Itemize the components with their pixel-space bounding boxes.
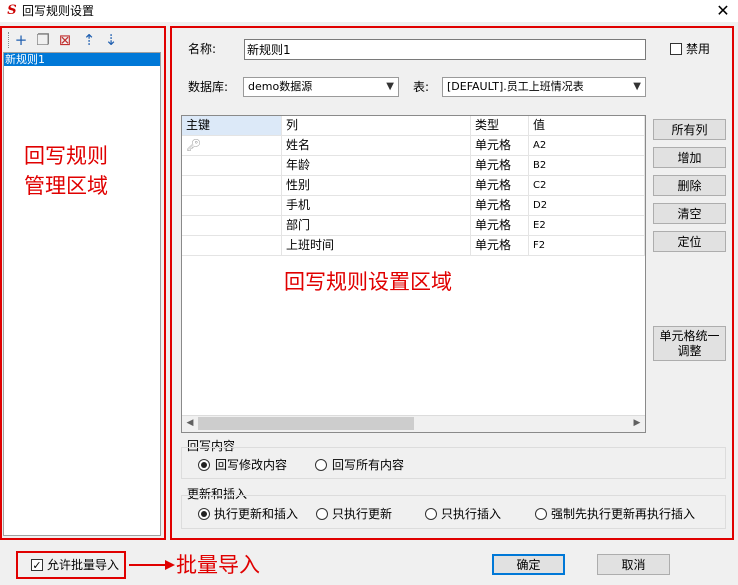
update-only-label[interactable]: 只执行更新	[332, 506, 392, 522]
ok-button[interactable]: 确定	[492, 554, 565, 575]
value-cell[interactable]: B2	[529, 156, 645, 176]
database-label: 数据库:	[188, 80, 229, 94]
toolbar-grip	[8, 32, 10, 48]
force-update-then-insert-radio[interactable]	[535, 508, 547, 520]
primary-key-cell[interactable]	[182, 216, 282, 236]
primary-key-cell[interactable]	[182, 156, 282, 176]
writeback-modified-label[interactable]: 回写修改内容	[215, 457, 287, 473]
clear-button[interactable]: 清空	[653, 203, 726, 224]
delete-icon[interactable]: ⊠	[55, 30, 75, 50]
add-button[interactable]: 增加	[653, 147, 726, 168]
writeback-all-radio[interactable]	[315, 459, 327, 471]
window-title: 回写规则设置	[22, 4, 95, 18]
app-logo-icon: S	[7, 3, 17, 18]
annotation-batch-import: 批量导入	[176, 553, 260, 577]
table-select-value: [DEFAULT].员工上班情况表	[447, 80, 584, 93]
arrow-icon	[129, 560, 175, 570]
writeback-modified-radio[interactable]	[198, 459, 210, 471]
annotation-rule-settings: 回写规则设置区域	[284, 270, 452, 294]
insert-only-radio[interactable]	[425, 508, 437, 520]
header-type[interactable]: 类型	[471, 116, 529, 136]
type-cell[interactable]: 单元格	[471, 216, 529, 236]
value-cell[interactable]: E2	[529, 216, 645, 236]
locate-button[interactable]: 定位	[653, 231, 726, 252]
column-cell[interactable]: 年龄	[282, 156, 471, 176]
force-update-then-insert-label[interactable]: 强制先执行更新再执行插入	[551, 506, 695, 522]
column-cell[interactable]: 手机	[282, 196, 471, 216]
header-primary-key[interactable]: 主键	[182, 116, 282, 136]
batch-import-label[interactable]: 允许批量导入	[47, 557, 119, 573]
value-cell[interactable]: F2	[529, 236, 645, 256]
name-label: 名称:	[188, 42, 217, 56]
title-bar	[0, 0, 738, 22]
header-column[interactable]: 列	[282, 116, 471, 136]
unify-cells-label-2: 调整	[677, 343, 702, 358]
value-cell[interactable]: A2	[529, 136, 645, 156]
update-and-insert-label[interactable]: 执行更新和插入	[214, 506, 298, 522]
rule-list[interactable]	[3, 52, 161, 536]
close-icon[interactable]: ✕	[712, 0, 734, 22]
writeback-all-label[interactable]: 回写所有内容	[332, 457, 404, 473]
column-cell[interactable]: 上班时间	[282, 236, 471, 256]
type-cell[interactable]: 单元格	[471, 176, 529, 196]
scrollbar-thumb[interactable]	[198, 417, 414, 430]
database-select[interactable]: demo数据源 ▼	[243, 77, 399, 97]
value-cell[interactable]: D2	[529, 196, 645, 216]
move-down-icon[interactable]: ⇣	[101, 30, 121, 50]
table-select[interactable]: [DEFAULT].员工上班情况表 ▼	[442, 77, 646, 97]
primary-key-cell[interactable]: 🔑︎	[182, 136, 282, 156]
move-up-icon[interactable]: ⇡	[79, 30, 99, 50]
column-cell[interactable]: 部门	[282, 216, 471, 236]
database-select-value: demo数据源	[248, 80, 313, 93]
column-cell[interactable]: 性别	[282, 176, 471, 196]
update-only-radio[interactable]	[316, 508, 328, 520]
type-cell[interactable]: 单元格	[471, 196, 529, 216]
primary-key-cell[interactable]	[182, 196, 282, 216]
scroll-right-icon[interactable]: ▶	[629, 415, 645, 432]
primary-key-cell[interactable]	[182, 176, 282, 196]
chevron-down-icon: ▼	[386, 81, 394, 92]
unify-cells-label-1: 单元格统一	[659, 328, 720, 343]
unify-cells-button[interactable]: 单元格统一 调整	[653, 326, 726, 361]
value-cell[interactable]: C2	[529, 176, 645, 196]
scroll-left-icon[interactable]: ◀	[182, 415, 198, 432]
rule-list-item[interactable]: 新规则1	[4, 53, 160, 66]
chevron-down-icon: ▼	[633, 81, 641, 92]
annotation-rule-management-2: 管理区域	[24, 174, 108, 198]
name-input[interactable]	[244, 39, 646, 60]
annotation-rule-management: 回写规则	[24, 144, 108, 168]
all-columns-button[interactable]: 所有列	[653, 119, 726, 140]
key-icon: 🔑︎	[186, 138, 202, 152]
add-icon[interactable]: +	[11, 30, 31, 50]
type-cell[interactable]: 单元格	[471, 156, 529, 176]
type-cell[interactable]: 单元格	[471, 136, 529, 156]
disable-checkbox[interactable]	[670, 43, 682, 55]
table-label: 表:	[413, 80, 430, 94]
header-value[interactable]: 值	[529, 116, 645, 136]
disable-label: 禁用	[686, 42, 711, 56]
type-cell[interactable]: 单元格	[471, 236, 529, 256]
batch-import-checkbox[interactable]: ✓	[31, 559, 43, 572]
cancel-button[interactable]: 取消	[597, 554, 670, 575]
insert-only-label[interactable]: 只执行插入	[441, 506, 501, 522]
copy-icon[interactable]: ❐	[33, 30, 53, 50]
primary-key-cell[interactable]	[182, 236, 282, 256]
delete-button[interactable]: 删除	[653, 175, 726, 196]
column-cell[interactable]: 姓名	[282, 136, 471, 156]
update-and-insert-radio[interactable]	[198, 508, 210, 520]
